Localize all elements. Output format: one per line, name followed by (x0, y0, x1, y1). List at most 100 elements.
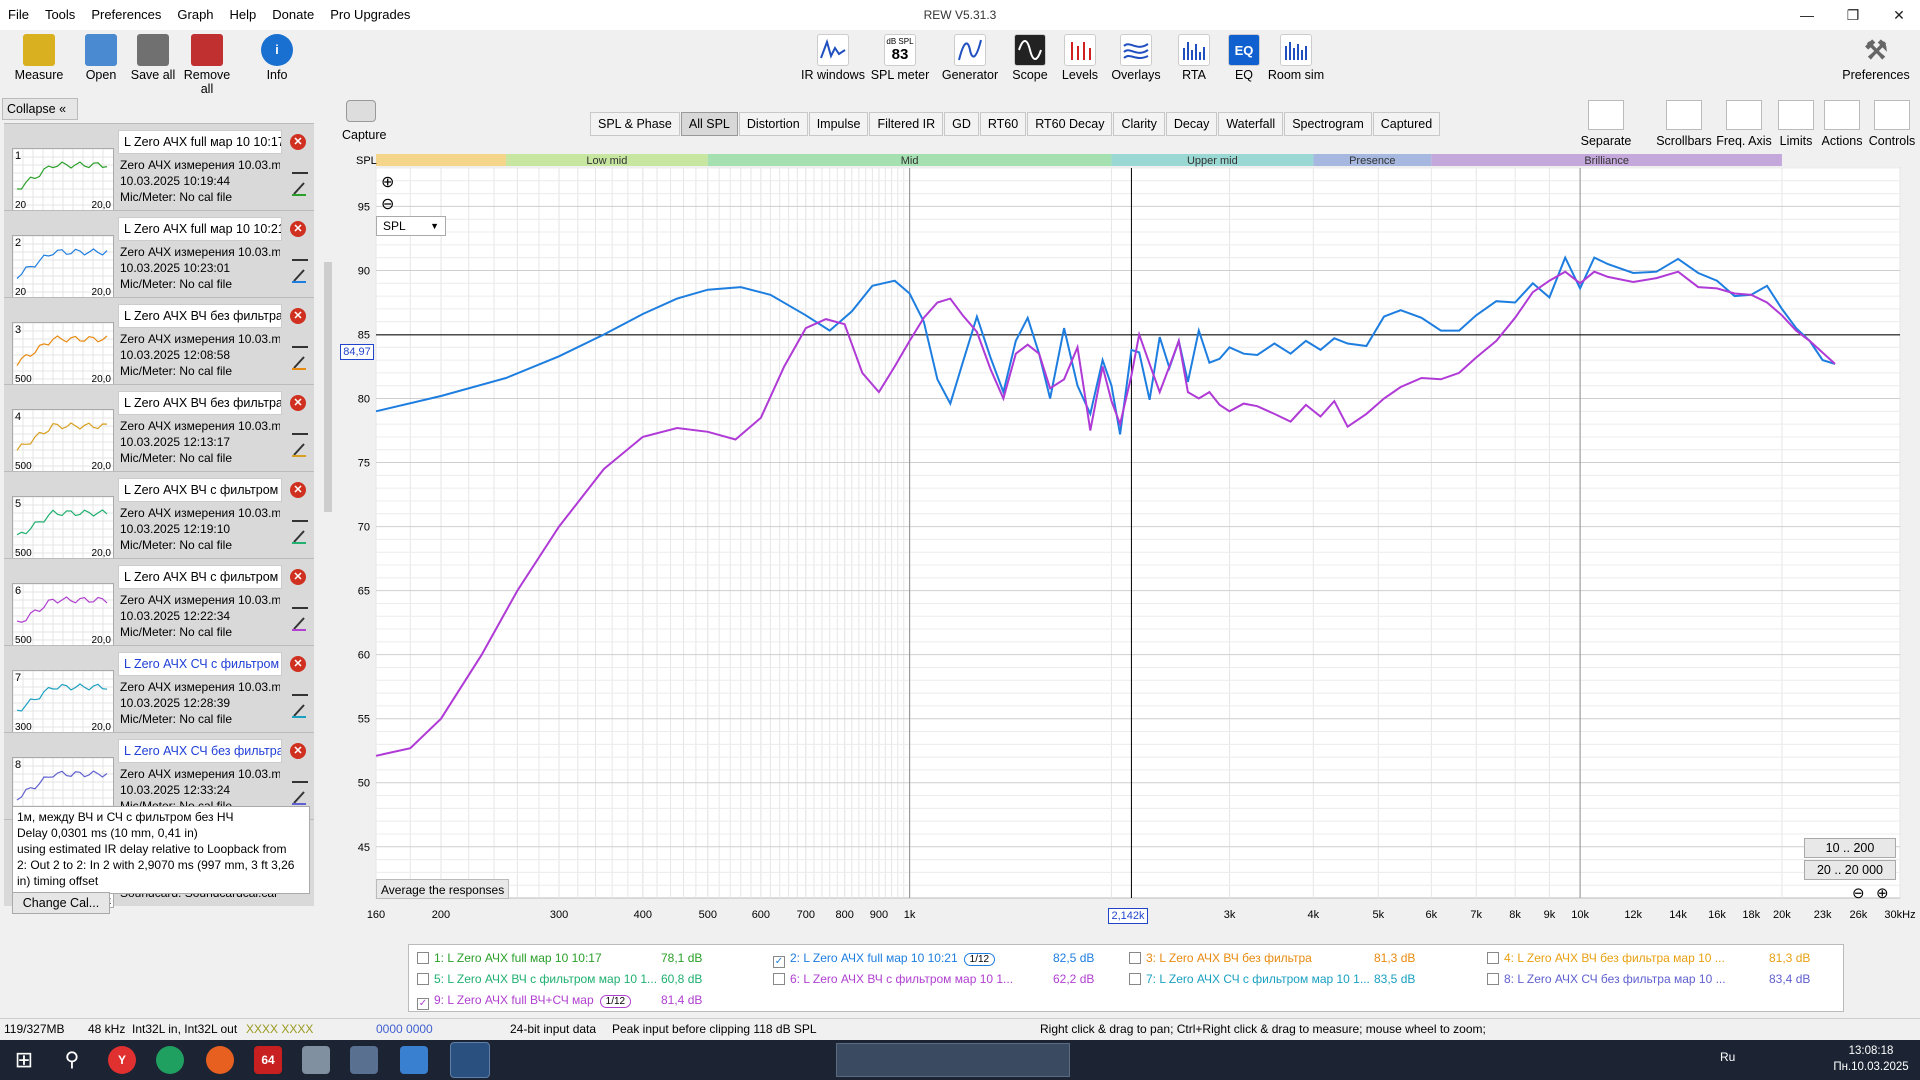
tab-clarity[interactable]: Clarity (1113, 112, 1165, 136)
measurement-thumbnail[interactable]: 4 500 20,0 (12, 409, 114, 473)
remove-measurement-icon[interactable]: ✕ (290, 656, 306, 672)
color-pen-icon[interactable] (292, 354, 306, 370)
measurement-item[interactable]: L Zero АЧХ full мар 10 10:17 ✕ 1 20 20,0 Zero… (4, 123, 314, 212)
smoothing-badge[interactable]: 1/12 (599, 995, 632, 1008)
color-pen-icon[interactable] (292, 267, 306, 283)
explorer-icon[interactable] (350, 1046, 378, 1074)
measurement-item[interactable]: L Zero АЧХ ВЧ без фильтра ✕ 4 500 20,0 Zero А… (4, 384, 314, 473)
tab-all-spl[interactable]: All SPL (680, 112, 738, 136)
windows-start-icon[interactable]: ⊞ (10, 1046, 38, 1074)
graph-view-icon[interactable] (292, 334, 308, 348)
tab-gd[interactable]: GD (944, 112, 979, 136)
controls-button[interactable]: Controls (1862, 100, 1920, 148)
legend-item[interactable]: 7: L Zero АЧХ СЧ с фильтром мар 10 1... (1129, 972, 1370, 986)
menu-graph[interactable]: Graph (169, 0, 221, 30)
checkbox-icon[interactable] (1129, 973, 1141, 985)
tab-captured[interactable]: Captured (1372, 112, 1441, 136)
graph-view-icon[interactable] (292, 421, 308, 435)
yandex-browser-icon[interactable]: Y (108, 1046, 136, 1074)
measurement-title-field[interactable]: L Zero АЧХ ВЧ без фильтра (118, 391, 282, 415)
spl-graph[interactable]: Low mid Mid Upper mid Presence Brilliance SPL… (330, 146, 1920, 936)
menu-donate[interactable]: Donate (264, 0, 322, 30)
remove-measurement-icon[interactable]: ✕ (290, 743, 306, 759)
save-all-button[interactable]: Save all (122, 34, 184, 82)
color-pen-icon[interactable] (292, 789, 306, 805)
legend-item[interactable]: ✓ 2: L Zero АЧХ full мар 10 10:21 1/12 (773, 951, 996, 968)
scrollbars-button[interactable]: Scrollbars (1654, 100, 1714, 148)
legend-item[interactable]: 1: L Zero АЧХ full мар 10 10:17 (417, 951, 602, 965)
spl-select[interactable]: SPL ▼ (376, 216, 446, 236)
remove-measurement-icon[interactable]: ✕ (290, 221, 306, 237)
clock[interactable]: 13:08:18 Пн.10.03.2025 (1830, 1043, 1912, 1075)
measurement-title-field[interactable]: L Zero АЧХ full мар 10 10:21 (118, 217, 282, 241)
checkbox-icon[interactable] (417, 973, 429, 985)
info-button[interactable]: i Info (246, 34, 308, 82)
system-tray[interactable]: Ru (1664, 1050, 1764, 1070)
measurement-item[interactable]: L Zero АЧХ ВЧ без фильтра ✕ 3 500 20,0 Zero А… (4, 297, 314, 386)
menu-preferences[interactable]: Preferences (83, 0, 169, 30)
measurement-thumbnail[interactable]: 7 300 20,0 (12, 670, 114, 734)
remove-measurement-icon[interactable]: ✕ (290, 395, 306, 411)
generator-button[interactable]: Generator (936, 34, 1004, 82)
checkbox-checked-icon[interactable]: ✓ (773, 956, 785, 968)
legend-item[interactable]: ✓ 9: L Zero АЧХ full ВЧ+СЧ мар 1/12 (417, 993, 632, 1010)
app3-icon[interactable] (400, 1046, 428, 1074)
measurement-thumbnail[interactable]: 6 500 20,0 (12, 583, 114, 647)
measurement-thumbnail[interactable]: 2 20 20,0 (12, 235, 114, 299)
measurement-item[interactable]: L Zero АЧХ full мар 10 10:21 ✕ 2 20 20,0 Zero… (4, 210, 314, 299)
menu-tools[interactable]: Tools (37, 0, 83, 30)
measurement-item[interactable]: L Zero АЧХ ВЧ с фильтром ✕ 6 500 20,0 Zero АЧ… (4, 558, 314, 647)
app2-icon[interactable] (302, 1046, 330, 1074)
tab-spectrogram[interactable]: Spectrogram (1284, 112, 1372, 136)
checkbox-icon[interactable] (417, 952, 429, 964)
color-pen-icon[interactable] (292, 528, 306, 544)
measurement-title-field[interactable]: L Zero АЧХ full мар 10 10:17 (118, 130, 282, 154)
legend-item[interactable]: 5: L Zero АЧХ ВЧ с фильтром мар 10 1... (417, 972, 657, 986)
graph-view-icon[interactable] (292, 508, 308, 522)
spl-meter-button[interactable]: dB SPL 83 SPL meter (866, 34, 934, 82)
aida64-icon[interactable]: 64 (254, 1046, 282, 1074)
measurement-item[interactable]: L Zero АЧХ СЧ с фильтром ✕ 7 300 20,0 Zero АЧ… (4, 645, 314, 734)
room-sim-button[interactable]: Room sim (1262, 34, 1330, 82)
legend-item[interactable]: 6: L Zero АЧХ ВЧ с фильтром мар 10 1... (773, 972, 1013, 986)
checkbox-icon[interactable] (1129, 952, 1141, 964)
measurement-title-field[interactable]: L Zero АЧХ СЧ с фильтром (118, 652, 282, 676)
restore-button[interactable]: ❐ (1830, 0, 1876, 30)
close-window-button[interactable]: ✕ (1876, 0, 1920, 30)
menu-help[interactable]: Help (222, 0, 265, 30)
color-pen-icon[interactable] (292, 441, 306, 457)
minimize-button[interactable]: — (1784, 0, 1830, 30)
zoom-out-x-icon[interactable]: ⊖ (1852, 884, 1865, 902)
measurement-item[interactable]: L Zero АЧХ ВЧ с фильтром ✕ 5 500 20,0 Zero АЧ… (4, 471, 314, 560)
menu-pro-upgrades[interactable]: Pro Upgrades (322, 0, 418, 30)
tab-rt60[interactable]: RT60 (979, 112, 1027, 136)
color-pen-icon[interactable] (292, 180, 306, 196)
checkbox-icon[interactable] (1487, 952, 1499, 964)
tab-filtered-ir[interactable]: Filtered IR (869, 112, 944, 136)
color-pen-icon[interactable] (292, 702, 306, 718)
graph-horizontal-scrollbar[interactable] (378, 930, 1898, 938)
tab-waterfall[interactable]: Waterfall (1218, 112, 1284, 136)
measurement-title-field[interactable]: L Zero АЧХ ВЧ без фильтра (118, 304, 282, 328)
tab-rt60-decay[interactable]: RT60 Decay (1027, 112, 1113, 136)
zoom-out-y-icon[interactable]: ⊖ (381, 194, 394, 214)
preferences-button[interactable]: ⚒ Preferences (1840, 34, 1912, 83)
smoothing-badge[interactable]: 1/12 (963, 953, 996, 966)
measurement-title-field[interactable]: L Zero АЧХ СЧ без фильтра (118, 739, 282, 763)
zoom-in-x-icon[interactable]: ⊕ (1876, 884, 1889, 902)
tab-decay[interactable]: Decay (1165, 112, 1218, 136)
tab-spl-phase[interactable]: SPL & Phase (590, 112, 680, 136)
zoom-in-y-icon[interactable]: ⊕ (381, 172, 394, 192)
checkbox-checked-icon[interactable]: ✓ (417, 998, 429, 1010)
remove-measurement-icon[interactable]: ✕ (290, 482, 306, 498)
graph-view-icon[interactable] (292, 247, 308, 261)
legend-item[interactable]: 4: L Zero АЧХ ВЧ без фильтра мар 10 ... (1487, 951, 1725, 965)
ir-windows-button[interactable]: IR windows (799, 34, 867, 82)
search-icon[interactable]: ⚲ (58, 1046, 86, 1074)
checkbox-icon[interactable] (773, 973, 785, 985)
change-cal-button[interactable]: Change Cal... (12, 892, 110, 914)
app-icon[interactable] (206, 1046, 234, 1074)
graph-view-icon[interactable] (292, 682, 308, 696)
measure-button[interactable]: Measure (8, 34, 70, 82)
measurement-title-field[interactable]: L Zero АЧХ ВЧ с фильтром (118, 565, 282, 589)
